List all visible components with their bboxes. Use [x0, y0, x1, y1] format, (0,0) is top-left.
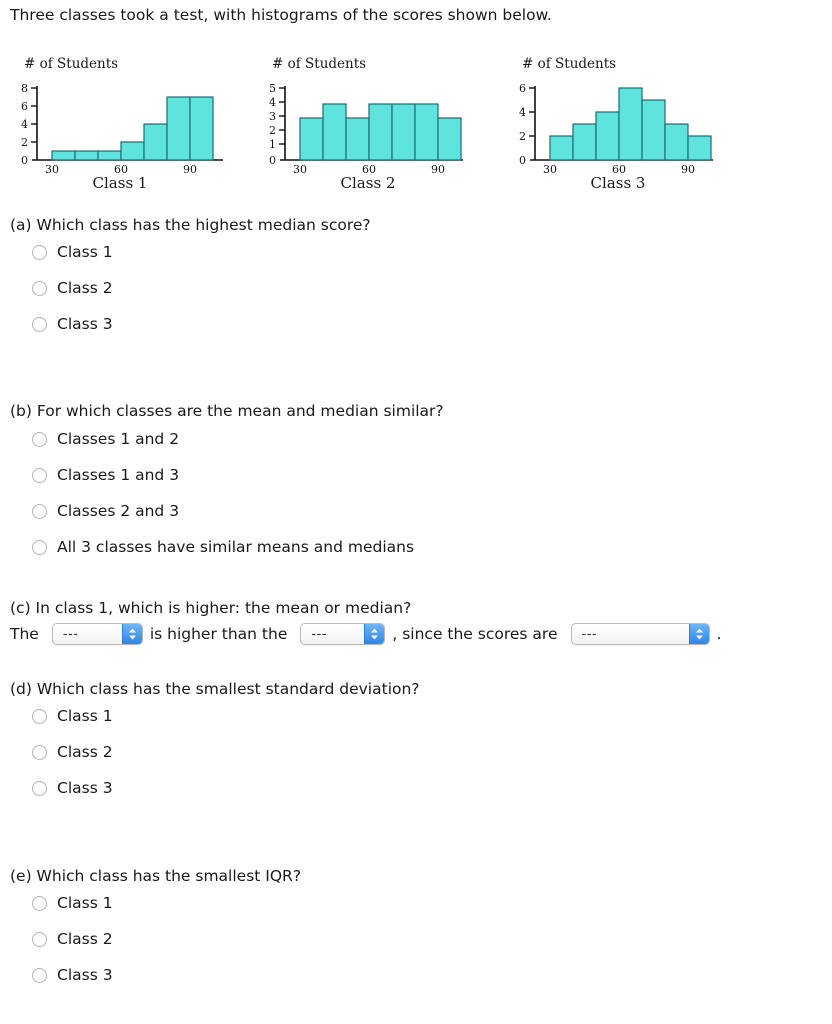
radio-icon[interactable]	[32, 931, 47, 947]
option-label: Class 3	[57, 315, 113, 333]
svg-text:2: 2	[21, 136, 28, 149]
svg-text:2: 2	[269, 124, 276, 137]
chart-3-plot: 6 4 2 0 30 60 90	[519, 82, 713, 173]
chevron-updown-icon[interactable]	[364, 624, 385, 644]
option-label: All 3 classes have similar means and med…	[57, 538, 415, 556]
chart-2-plot: 5 4 3 2 1 0 30 60 90	[269, 82, 463, 173]
option-e-class-2[interactable]: Class 2	[32, 928, 113, 950]
svg-text:90: 90	[431, 163, 445, 173]
question-e-prompt: (e) Which class has the smallest IQR?	[10, 867, 302, 885]
select-mean-or-median-1[interactable]: ---	[51, 623, 143, 645]
svg-text:2: 2	[519, 130, 526, 143]
svg-text:0: 0	[519, 154, 526, 167]
svg-text:8: 8	[21, 82, 28, 95]
select-value: ---	[62, 626, 79, 642]
option-label: Classes 1 and 2	[57, 430, 180, 448]
svg-text:60: 60	[612, 163, 626, 173]
option-e-class-1[interactable]: Class 1	[32, 892, 113, 914]
radio-icon[interactable]	[32, 244, 47, 260]
svg-text:1: 1	[269, 138, 276, 151]
radio-icon[interactable]	[32, 503, 47, 519]
radio-icon[interactable]	[32, 431, 47, 447]
svg-text:90: 90	[681, 163, 695, 173]
radio-icon[interactable]	[32, 708, 47, 724]
option-label: Class 3	[57, 966, 113, 984]
chart-2-caption: Class 2	[340, 174, 396, 192]
select-score-shape[interactable]: ---	[570, 623, 710, 645]
question-c-prompt: (c) In class 1, which is higher: the mea…	[10, 599, 412, 617]
select-value: ---	[311, 626, 327, 642]
question-d-prompt: (d) Which class has the smallest standar…	[10, 680, 420, 698]
option-a-class-1[interactable]: Class 1	[32, 241, 113, 263]
svg-text:60: 60	[114, 163, 128, 173]
option-b-classes-1-3[interactable]: Classes 1 and 3	[32, 464, 179, 486]
chart-3-title: # of Students	[522, 56, 617, 72]
chevron-updown-icon[interactable]	[688, 624, 709, 644]
svg-text:90: 90	[183, 163, 197, 173]
svg-text:4: 4	[519, 106, 526, 119]
svg-text:60: 60	[362, 163, 376, 173]
svg-text:6: 6	[21, 100, 28, 113]
select-value: ---	[581, 626, 598, 642]
option-label: Class 1	[57, 894, 113, 912]
option-e-class-3[interactable]: Class 3	[32, 964, 113, 986]
option-d-class-3[interactable]: Class 3	[32, 777, 113, 799]
option-d-class-2[interactable]: Class 2	[32, 741, 113, 763]
chart-1-title: # of Students	[24, 56, 119, 72]
option-label: Class 1	[57, 707, 113, 725]
option-label: Class 2	[57, 279, 113, 297]
svg-text:4: 4	[21, 118, 28, 131]
option-label: Class 2	[57, 743, 113, 761]
svg-text:6: 6	[519, 82, 526, 95]
option-label: Classes 2 and 3	[57, 502, 180, 520]
question-c-text-3: , since the scores are	[392, 625, 558, 643]
radio-icon[interactable]	[32, 467, 47, 483]
question-c-text-4: .	[716, 625, 722, 643]
histogram-row: # of Students 8 6 4 2 0 30 60 90 Class 1…	[0, 56, 832, 201]
svg-text:30: 30	[543, 163, 557, 173]
question-c-text-2: is higher than the	[149, 625, 288, 643]
option-b-all-three[interactable]: All 3 classes have similar means and med…	[32, 536, 414, 558]
option-d-class-1[interactable]: Class 1	[32, 705, 113, 727]
radio-icon[interactable]	[32, 539, 47, 555]
chart-2-title: # of Students	[272, 56, 367, 72]
svg-text:30: 30	[293, 163, 307, 173]
option-a-class-3[interactable]: Class 3	[32, 313, 113, 335]
question-c-answer-row: The --- is higher than the --- , since t…	[10, 623, 727, 645]
question-c-text-1: The	[10, 625, 39, 643]
radio-icon[interactable]	[32, 780, 47, 796]
question-a-prompt: (a) Which class has the highest median s…	[10, 216, 371, 234]
radio-icon[interactable]	[32, 967, 47, 983]
chevron-updown-icon[interactable]	[121, 624, 142, 644]
option-label: Classes 1 and 3	[57, 466, 180, 484]
question-b-prompt: (b) For which classes are the mean and m…	[10, 402, 444, 420]
option-b-classes-2-3[interactable]: Classes 2 and 3	[32, 500, 179, 522]
radio-icon[interactable]	[32, 316, 47, 332]
select-mean-or-median-2[interactable]: ---	[300, 623, 386, 645]
intro-text: Three classes took a test, with histogra…	[10, 6, 552, 24]
radio-icon[interactable]	[32, 744, 47, 760]
chart-1-caption: Class 1	[92, 174, 148, 192]
svg-text:30: 30	[45, 163, 59, 173]
option-label: Class 2	[57, 930, 113, 948]
chart-3-caption: Class 3	[590, 174, 646, 192]
worksheet-page: Three classes took a test, with histogra…	[0, 0, 832, 1024]
radio-icon[interactable]	[32, 280, 47, 296]
radio-icon[interactable]	[32, 895, 47, 911]
option-b-classes-1-2[interactable]: Classes 1 and 2	[32, 428, 179, 450]
chart-1-plot: 8 6 4 2 0 30 60 90	[21, 82, 223, 173]
svg-text:0: 0	[269, 154, 276, 167]
option-label: Class 3	[57, 779, 113, 797]
svg-text:3: 3	[269, 110, 276, 123]
svg-text:0: 0	[21, 154, 28, 167]
svg-text:5: 5	[269, 82, 276, 95]
option-label: Class 1	[57, 243, 113, 261]
option-a-class-2[interactable]: Class 2	[32, 277, 113, 299]
svg-text:4: 4	[269, 96, 276, 109]
